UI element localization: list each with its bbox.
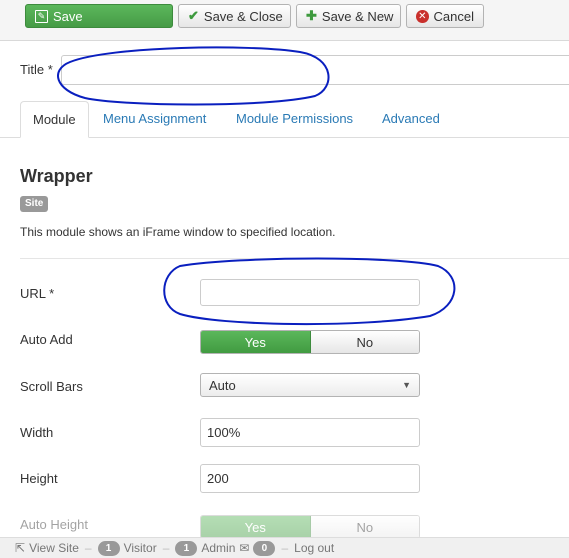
annotation-overlay <box>57 46 456 326</box>
annotation-circle-title <box>57 46 330 106</box>
annotation-circle-url <box>163 257 456 326</box>
